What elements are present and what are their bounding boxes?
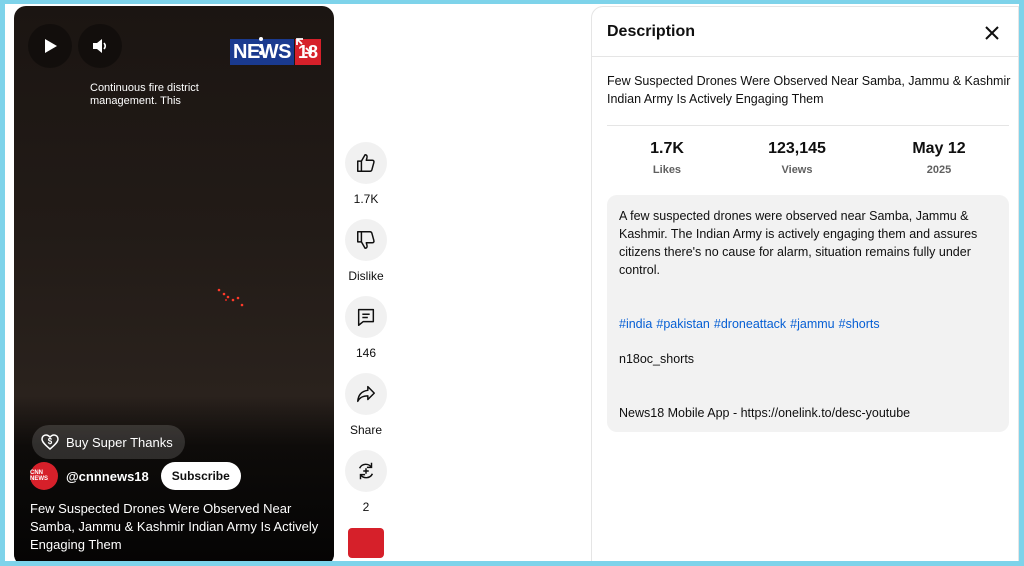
- like-icon: [357, 154, 375, 172]
- stat-date: May 12 2025: [879, 139, 999, 176]
- stats-row: 1.7K Likes 123,145 Views May 12 2025: [607, 139, 1009, 181]
- super-thanks-icon: $: [41, 434, 59, 450]
- super-thanks-button[interactable]: $ Buy Super Thanks: [32, 425, 185, 459]
- app-link-line[interactable]: News18 Mobile App - https://onelink.to/d…: [619, 404, 997, 422]
- play-icon: [45, 39, 57, 53]
- panel-header: Description: [592, 7, 1018, 57]
- stat-date-year: 2025: [926, 164, 952, 176]
- panel-title: Description: [607, 23, 696, 40]
- subscribe-button[interactable]: Subscribe: [160, 462, 241, 490]
- stat-views-label: Views: [781, 164, 813, 176]
- dislike-item: Dislike: [345, 219, 387, 283]
- hashtag-link[interactable]: #jammu: [790, 317, 834, 331]
- dislike-button[interactable]: [345, 219, 387, 261]
- hashtag-link[interactable]: #india: [619, 317, 652, 331]
- dislike-label: Dislike: [348, 269, 384, 283]
- hashtags: #india #pakistan #droneattack #jammu #shorts: [619, 315, 997, 333]
- fullscreen-icon: [296, 38, 312, 54]
- stat-date-value: May 12: [912, 140, 966, 157]
- share-label: Share: [349, 423, 383, 437]
- close-icon: [985, 26, 999, 40]
- comment-item: 146: [345, 296, 387, 360]
- remix-icon: [358, 462, 374, 480]
- remix-button[interactable]: [345, 450, 387, 492]
- stat-likes-label: Likes: [652, 164, 682, 176]
- description-code: n18oc_shorts: [619, 352, 695, 366]
- more-button[interactable]: [254, 34, 268, 58]
- stat-likes-value: 1.7K: [650, 140, 684, 157]
- comment-count: 146: [355, 346, 377, 360]
- share-button[interactable]: [345, 373, 387, 415]
- divider: [607, 125, 1009, 126]
- channel-handle[interactable]: @cnnnews18: [66, 469, 149, 484]
- action-rail: 1.7K Dislike 146 Share 2: [341, 142, 391, 558]
- page: NEWS 18 Continuous fire district manageme…: [5, 4, 1019, 561]
- like-item: 1.7K: [345, 142, 387, 206]
- video-player[interactable]: NEWS 18 Continuous fire district manageme…: [14, 6, 334, 561]
- more-icon: [259, 37, 263, 55]
- remix-item: 2: [345, 450, 387, 514]
- share-icon: [357, 385, 375, 403]
- hashtag-link[interactable]: #pakistan: [656, 317, 710, 331]
- channel-row: CNN NEWS @cnnnews18 Subscribe: [30, 462, 241, 490]
- channel-avatar-label: CNN NEWS: [30, 470, 48, 482]
- like-count: 1.7K: [353, 192, 379, 206]
- play-button[interactable]: [28, 24, 72, 68]
- channel-avatar[interactable]: CNN NEWS: [30, 462, 58, 490]
- comment-button[interactable]: [345, 296, 387, 338]
- fullscreen-button[interactable]: [294, 36, 314, 56]
- stat-likes: 1.7K Likes: [607, 139, 727, 176]
- hashtag-link[interactable]: #droneattack: [714, 317, 786, 331]
- like-button[interactable]: [345, 142, 387, 184]
- dislike-icon: [357, 231, 375, 249]
- stat-views: 123,145 Views: [737, 139, 857, 176]
- description-text: A few suspected drones were observed nea…: [619, 209, 978, 277]
- video-title[interactable]: Few Suspected Drones Were Observed Near …: [30, 500, 328, 554]
- volume-icon: [93, 39, 107, 53]
- description-body-box: A few suspected drones were observed nea…: [607, 195, 1009, 432]
- comment-icon: [357, 308, 375, 326]
- volume-button[interactable]: [78, 24, 122, 68]
- hashtag-link[interactable]: #shorts: [839, 317, 880, 331]
- video-overlay-caption: Continuous fire district management. Thi…: [90, 82, 199, 107]
- svg-text:$: $: [48, 437, 53, 446]
- description-panel: Description Few Suspected Drones Were Ob…: [591, 6, 1019, 561]
- super-thanks-label: Buy Super Thanks: [66, 434, 173, 450]
- remix-count: 2: [362, 500, 370, 514]
- description-title: Few Suspected Drones Were Observed Near …: [607, 74, 1011, 106]
- close-button[interactable]: [978, 19, 1006, 47]
- channel-thumbnail[interactable]: [348, 528, 384, 558]
- share-item: Share: [345, 373, 387, 437]
- stat-views-value: 123,145: [768, 140, 826, 157]
